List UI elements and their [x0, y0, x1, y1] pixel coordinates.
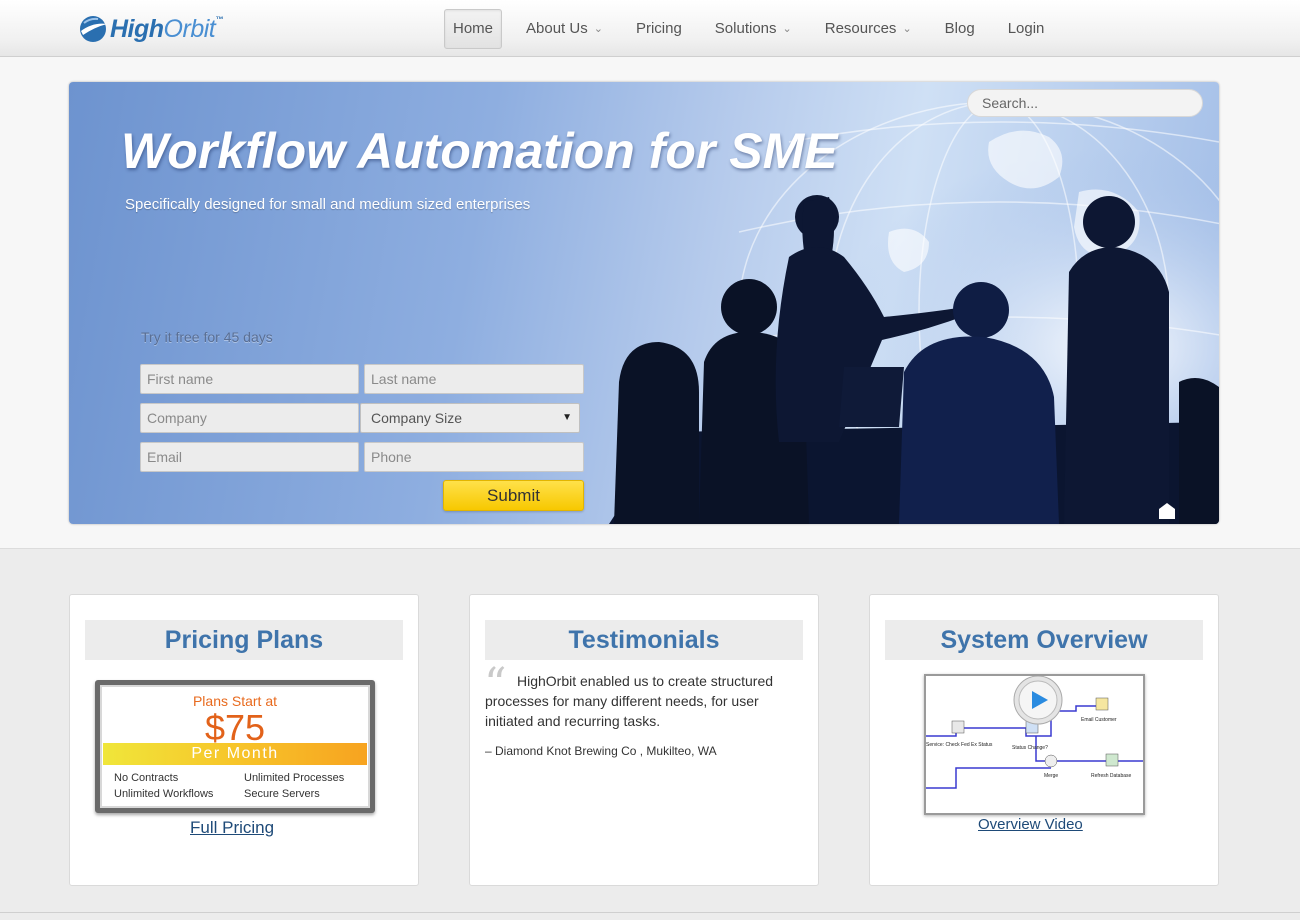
- nav-blog[interactable]: Blog: [936, 9, 984, 49]
- email-field[interactable]: [140, 442, 359, 472]
- diagram-label: Status Change?: [1012, 745, 1048, 751]
- main-nav: Home About Us ⌄ Pricing Solutions ⌄ Resour…: [444, 9, 1068, 49]
- hero-banner: Workflow Automation for SME Specifically…: [69, 82, 1219, 524]
- company-size-select[interactable]: Company Size ▼: [360, 403, 580, 433]
- search-input[interactable]: [967, 89, 1203, 117]
- pricing-card-image[interactable]: Plans Start at $75 Per Month No Contract…: [95, 680, 375, 813]
- pricing-plans-panel: Pricing Plans Plans Start at $75 Per Mon…: [69, 594, 419, 886]
- system-overview-panel: System Overview Service: Check Fed Ex St…: [869, 594, 1219, 886]
- nav-login[interactable]: Login: [999, 9, 1054, 49]
- chevron-down-icon: ⌄: [782, 23, 792, 35]
- feature-item: No Contracts: [114, 772, 179, 784]
- testimonial-author: – Diamond Knot Brewing Co , Mukilteo, WA: [485, 744, 717, 758]
- workflow-diagram-image: Service: Check Fed Ex Status Status Chan…: [926, 675, 1143, 789]
- diagram-label: Email Customer: [1081, 717, 1117, 723]
- nav-resources[interactable]: Resources ⌄: [816, 9, 921, 49]
- logo[interactable]: HighOrbit™: [78, 12, 248, 46]
- hero-subtitle: Specifically designed for small and medi…: [125, 196, 531, 213]
- company-field[interactable]: [140, 403, 359, 433]
- full-pricing-link[interactable]: Full Pricing: [190, 818, 274, 838]
- diagram-label: Merge: [1044, 773, 1058, 779]
- testimonials-title: Testimonials: [485, 620, 803, 660]
- last-name-field[interactable]: [364, 364, 584, 394]
- footer-divider: [0, 912, 1300, 913]
- diagram-label: Service: Check Fed Ex Status: [926, 742, 993, 748]
- overview-video-thumbnail[interactable]: Service: Check Fed Ex Status Status Chan…: [924, 674, 1145, 815]
- chevron-down-icon: ⌄: [902, 23, 912, 35]
- diagram-label: Refresh Database: [1091, 773, 1132, 779]
- logo-text: HighOrbit™: [110, 14, 223, 43]
- feature-item: Unlimited Workflows: [114, 788, 214, 800]
- testimonial-quote: HighOrbit enabled us to create structure…: [485, 673, 774, 729]
- submit-button[interactable]: Submit: [443, 480, 584, 511]
- price-period: Per Month: [103, 743, 367, 765]
- testimonials-panel: Testimonials “ HighOrbit enabled us to c…: [469, 594, 819, 886]
- trial-label: Try it free for 45 days: [141, 329, 273, 345]
- overview-video-link[interactable]: Overview Video: [978, 816, 1083, 833]
- nav-solutions[interactable]: Solutions ⌄: [706, 9, 801, 49]
- nav-pricing[interactable]: Pricing: [627, 9, 691, 49]
- feature-item: Unlimited Processes: [244, 772, 345, 784]
- site-header: HighOrbit™ Home About Us ⌄ Pricing Soluti…: [0, 0, 1300, 57]
- hero-title: Workflow Automation for SME: [121, 123, 838, 179]
- nav-about-us[interactable]: About Us ⌄: [517, 9, 612, 49]
- pricing-plans-title: Pricing Plans: [85, 620, 403, 660]
- system-overview-title: System Overview: [885, 620, 1203, 660]
- feature-item: Secure Servers: [244, 788, 320, 800]
- company-size-value: Company Size: [371, 410, 463, 426]
- chevron-down-icon: ⌄: [593, 23, 603, 35]
- nav-home[interactable]: Home: [444, 9, 503, 49]
- phone-field[interactable]: [364, 442, 584, 472]
- dropdown-arrow-icon: ▼: [562, 412, 572, 423]
- orbit-logo-icon: [80, 16, 107, 42]
- first-name-field[interactable]: [140, 364, 359, 394]
